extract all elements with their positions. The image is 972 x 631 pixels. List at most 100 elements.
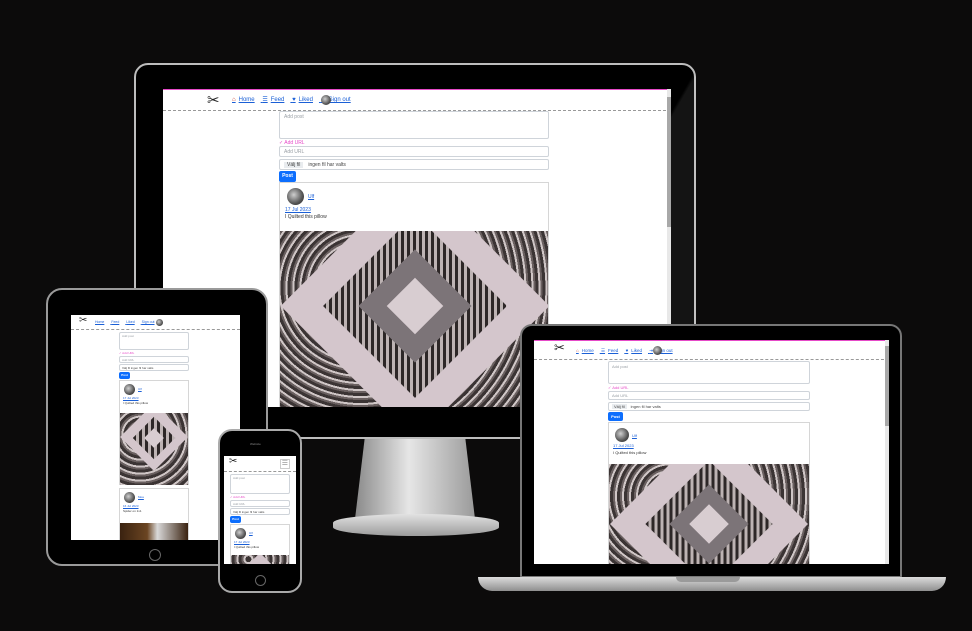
nav-signout-label: Sign out: [328, 97, 351, 103]
scissors-logo-icon[interactable]: ✂: [207, 91, 220, 109]
navbar: ✂ ⌂Home ☰Feed ♥Liked ⇥Sign out: [534, 340, 889, 360]
post-button[interactable]: Post: [279, 171, 296, 182]
nav-feed-link[interactable]: Feed: [111, 320, 122, 324]
post-card: Moa 16 Jul 2023 Spider on 1x1: [119, 488, 189, 540]
url-placeholder: Add URL: [233, 502, 246, 506]
url-placeholder: Add URL: [284, 149, 305, 155]
file-status: ingen fil har valts: [130, 366, 154, 370]
nav-links: Home Feed Liked Sign out: [95, 320, 161, 324]
monitor-stand: [355, 439, 475, 519]
post-image[interactable]: [609, 464, 809, 564]
heart-icon: ♥: [625, 348, 629, 353]
file-button-label[interactable]: Välj fil: [233, 510, 241, 514]
nav-feed-label: Feed: [608, 348, 619, 353]
phone-status: Website: [250, 442, 261, 446]
url-input[interactable]: Add URL: [608, 391, 810, 400]
post-placeholder: Add post: [122, 334, 134, 338]
post-username[interactable]: Ulf: [138, 387, 142, 391]
post-placeholder: Add post: [284, 114, 304, 120]
post-caption: I Quilted this pillow: [613, 450, 647, 455]
post-username[interactable]: Ulf: [308, 194, 314, 200]
nav-liked-link[interactable]: Liked: [126, 320, 137, 324]
post-textarea[interactable]: Add post: [230, 474, 290, 494]
post-username[interactable]: Ulf: [249, 531, 253, 535]
nav-feed-link[interactable]: ☰ Feed: [601, 348, 621, 353]
nav-liked-link[interactable]: ♥ Liked: [626, 348, 645, 353]
post-textarea[interactable]: Add post: [279, 111, 549, 139]
tablet-home-button: [149, 549, 161, 561]
tablet-screen: ✂ Home Feed Liked Sign out Add post ✓ Ad…: [71, 315, 240, 540]
post-avatar[interactable]: [615, 428, 629, 442]
nav-home-label: Home: [238, 97, 255, 103]
post-placeholder: Add post: [612, 364, 628, 369]
navbar: ✂ ⌂Home ☰Feed ♥Liked ⇥Sign out: [163, 89, 671, 111]
nav-links: ⌂Home ☰Feed ♥Liked ⇥Sign out: [576, 348, 679, 354]
feed-icon: ☰: [601, 348, 606, 353]
post-image[interactable]: [120, 523, 188, 540]
file-input[interactable]: Välj fil ingen fil har valts: [119, 364, 189, 371]
nav-feed-link[interactable]: ☰ Feed: [262, 97, 287, 103]
post-placeholder: Add post: [233, 476, 245, 480]
url-placeholder: Add URL: [612, 393, 629, 398]
monitor-stand-base: [333, 514, 499, 536]
file-button-label[interactable]: Välj fil: [612, 404, 627, 409]
post-username[interactable]: Ulf: [632, 433, 637, 438]
nav-home-link[interactable]: ⌂ Home: [576, 348, 597, 353]
url-placeholder: Add URL: [122, 358, 135, 362]
post-image[interactable]: [120, 413, 188, 485]
file-status: ingen fil har valts: [308, 162, 346, 168]
scrollbar[interactable]: [885, 340, 889, 564]
nav-home-label: Home: [581, 348, 594, 353]
post-date[interactable]: 16 Jul 2023: [123, 504, 139, 508]
url-input[interactable]: Add URL: [279, 146, 549, 157]
post-avatar[interactable]: [124, 492, 135, 503]
post-avatar[interactable]: [124, 384, 135, 395]
post-image[interactable]: [231, 555, 289, 564]
nav-feed-label: Feed: [270, 97, 285, 103]
scissors-logo-icon[interactable]: ✂: [554, 341, 565, 356]
file-input[interactable]: Välj fil ingen fil har valts: [608, 402, 810, 411]
url-hint: ✓ Add URL: [119, 351, 135, 355]
url-input[interactable]: Add URL: [119, 356, 189, 363]
post-button[interactable]: Post: [608, 412, 623, 421]
navbar: ✂ Home Feed Liked Sign out: [71, 315, 240, 330]
hamburger-icon[interactable]: ☰: [279, 459, 290, 469]
file-status: ingen fil har valts: [630, 404, 661, 409]
post-card: Ulf 17 Jul 2023 I Quilted this pillow: [230, 524, 290, 564]
laptop-notch: [676, 577, 740, 582]
post-avatar[interactable]: [287, 188, 304, 205]
avatar[interactable]: [653, 346, 662, 355]
post-caption: I Quilted this pillow: [234, 545, 260, 549]
file-input[interactable]: Välj fil ingen fil har valts: [230, 508, 290, 515]
url-hint: ✓ Add URL: [608, 385, 629, 390]
post-date[interactable]: 17 Jul 2023: [613, 443, 634, 448]
scissors-logo-icon[interactable]: ✂: [229, 456, 237, 467]
avatar[interactable]: [321, 95, 331, 105]
heart-icon: ♥: [292, 97, 296, 103]
url-input[interactable]: Add URL: [230, 500, 290, 507]
nav-home-link[interactable]: Home: [95, 320, 107, 324]
file-button-label[interactable]: Välj fil: [122, 366, 130, 370]
scissors-logo-icon[interactable]: ✂: [79, 315, 87, 326]
post-caption: I Quilted this pillow: [285, 214, 327, 220]
post-textarea[interactable]: Add post: [119, 332, 189, 350]
post-textarea[interactable]: Add post: [608, 361, 810, 384]
nav-links: ⌂Home ☰Feed ♥Liked ⇥Sign out: [232, 96, 357, 103]
avatar[interactable]: [156, 319, 163, 326]
file-input[interactable]: Välj fil ingen fil har valts: [279, 159, 549, 170]
feed-icon: ☰: [262, 97, 268, 103]
file-button-label[interactable]: Välj fil: [284, 162, 304, 168]
nav-home-label: Home: [95, 320, 105, 324]
post-date[interactable]: 17 Jul 2023: [123, 396, 139, 400]
post-date[interactable]: 17 Jul 2023: [285, 207, 311, 213]
post-image[interactable]: [280, 231, 548, 407]
post-date[interactable]: 17 Jul 2023: [234, 540, 250, 544]
post-username[interactable]: Moa: [138, 495, 144, 499]
nav-home-link[interactable]: ⌂ Home: [232, 97, 258, 103]
post-avatar[interactable]: [235, 528, 246, 539]
post-button[interactable]: Post: [230, 516, 241, 523]
nav-liked-link[interactable]: ♥ Liked: [292, 97, 316, 103]
post-button[interactable]: Post: [119, 372, 130, 379]
navbar: ✂ ☰: [224, 456, 296, 472]
post-caption: I Quilted this pillow: [123, 401, 149, 405]
